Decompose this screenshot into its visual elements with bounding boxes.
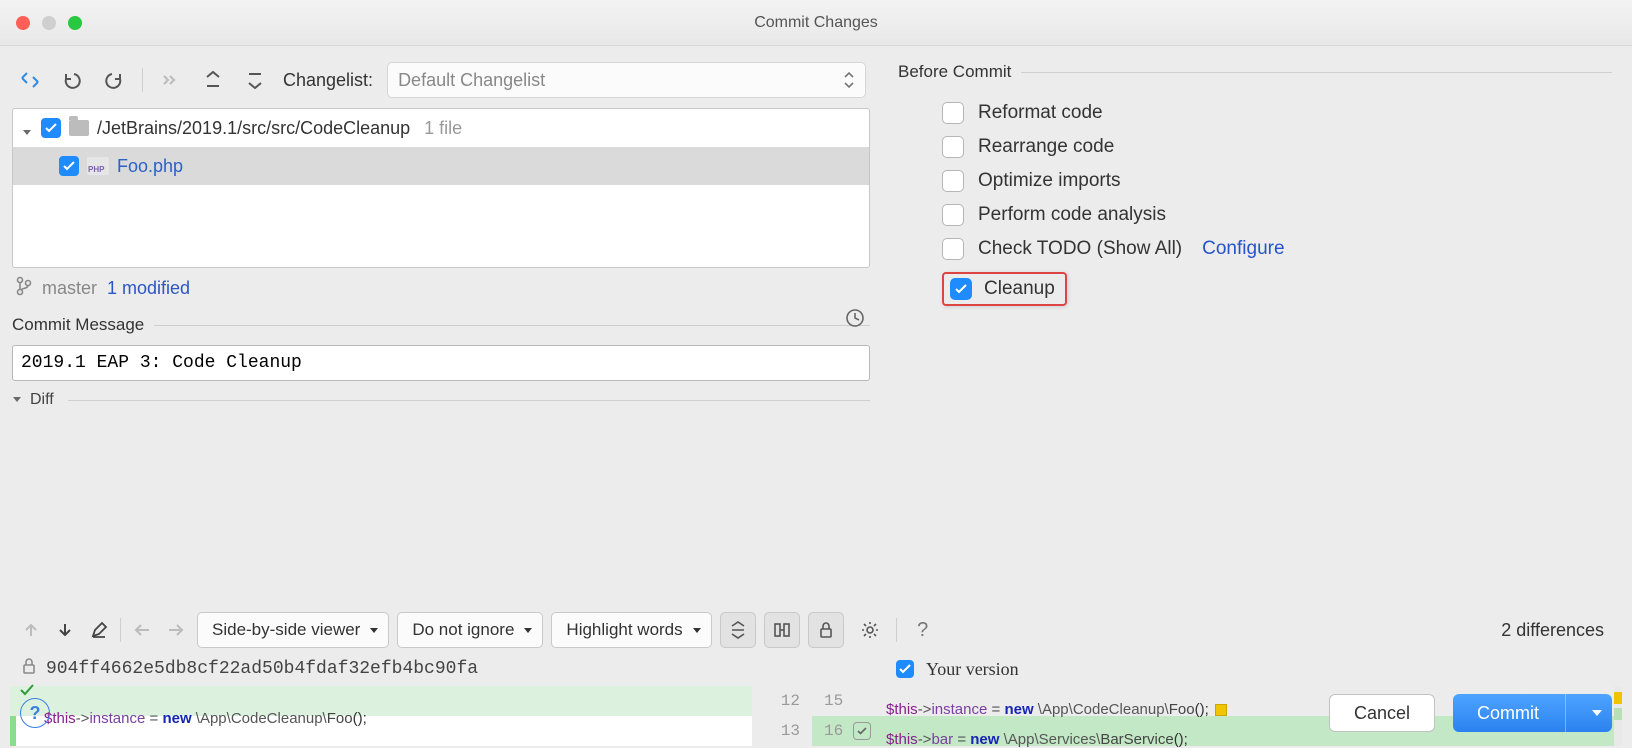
highlight-mode-select[interactable]: Highlight words <box>551 612 711 648</box>
branch-icon <box>16 276 32 301</box>
folder-path: /JetBrains/2019.1/src/src/CodeCleanup <box>97 118 410 139</box>
next-change-icon[interactable] <box>52 617 78 643</box>
window-title: Commit Changes <box>754 14 878 32</box>
branch-name: master <box>42 278 97 299</box>
stepper-icon <box>843 70 855 90</box>
opt-cleanup[interactable]: Cleanup <box>898 266 1612 312</box>
chevron-down-icon[interactable] <box>12 391 22 409</box>
diff-section-title: Diff <box>30 391 54 409</box>
folder-icon <box>69 120 89 136</box>
lock-icon[interactable] <box>808 612 844 648</box>
history-icon[interactable] <box>844 307 866 333</box>
ignore-mode-select[interactable]: Do not ignore <box>397 612 543 648</box>
prev-change-icon[interactable] <box>18 617 44 643</box>
collapse-all-icon[interactable] <box>241 66 269 94</box>
sync-scroll-icon[interactable] <box>764 612 800 648</box>
more-actions-icon[interactable] <box>157 66 185 94</box>
php-file-icon: PHP <box>87 157 109 175</box>
opt-reformat[interactable]: Reformat code <box>898 96 1612 130</box>
next-file-icon[interactable] <box>163 617 189 643</box>
commit-button[interactable]: Commit <box>1453 694 1612 732</box>
separator <box>142 68 143 92</box>
folder-checkbox[interactable] <box>41 118 61 138</box>
configure-link[interactable]: Configure <box>1202 238 1284 260</box>
minimize-window-icon <box>42 16 56 30</box>
opt-code-analysis[interactable]: Perform code analysis <box>898 198 1612 232</box>
tree-file-row[interactable]: PHP Foo.php <box>13 147 869 185</box>
opt-check-todo[interactable]: Check TODO (Show All)Configure <box>898 232 1612 266</box>
redo-icon[interactable] <box>100 66 128 94</box>
maximize-window-icon[interactable] <box>68 16 82 30</box>
undo-icon[interactable] <box>58 66 86 94</box>
close-window-icon[interactable] <box>16 16 30 30</box>
refresh-diff-icon[interactable] <box>16 66 44 94</box>
file-name: Foo.php <box>117 156 183 177</box>
collapse-unchanged-icon[interactable] <box>720 612 756 648</box>
tree-folder-row[interactable]: /JetBrains/2019.1/src/src/CodeCleanup 1 … <box>13 109 869 147</box>
commit-message-input[interactable] <box>12 345 870 381</box>
right-title: Your version <box>926 659 1019 680</box>
changes-tree[interactable]: /JetBrains/2019.1/src/src/CodeCleanup 1 … <box>12 108 870 268</box>
right-checkbox[interactable] <box>896 660 914 678</box>
chevron-down-icon <box>524 628 532 633</box>
chevron-down-icon[interactable] <box>1592 710 1602 716</box>
chevron-down-icon[interactable] <box>21 122 33 134</box>
opt-optimize-imports[interactable]: Optimize imports <box>898 164 1612 198</box>
file-count: 1 file <box>424 118 462 139</box>
chevron-down-icon <box>370 628 378 633</box>
chevron-down-icon <box>693 628 701 633</box>
title-bar: Commit Changes <box>0 0 1632 46</box>
cancel-button[interactable]: Cancel <box>1329 694 1435 732</box>
expand-all-icon[interactable] <box>199 66 227 94</box>
help-button[interactable]: ? <box>20 698 50 728</box>
changelist-select[interactable]: Default Changelist <box>387 62 866 98</box>
changelist-value: Default Changelist <box>398 70 545 91</box>
viewer-mode-select[interactable]: Side-by-side viewer <box>197 612 389 648</box>
branch-status[interactable]: 1 modified <box>107 278 190 299</box>
edit-icon[interactable] <box>86 617 112 643</box>
changelist-label: Changelist: <box>283 70 373 91</box>
before-commit-title: Before Commit <box>898 62 1011 82</box>
diff-count: 2 differences <box>1501 620 1604 641</box>
commit-message-title: Commit Message <box>12 315 144 335</box>
opt-rearrange[interactable]: Rearrange code <box>898 130 1612 164</box>
gear-icon[interactable] <box>852 612 888 648</box>
help-icon[interactable]: ? <box>905 612 941 648</box>
prev-file-icon[interactable] <box>129 617 155 643</box>
file-checkbox[interactable] <box>59 156 79 176</box>
